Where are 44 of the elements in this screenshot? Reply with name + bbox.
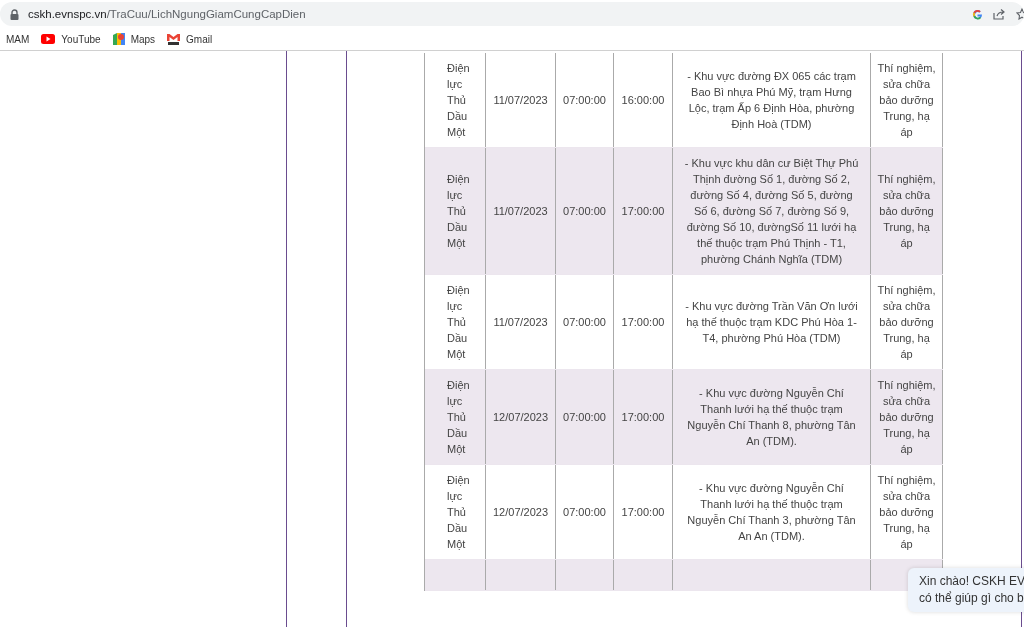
table-cell: 11/07/2023: [486, 53, 556, 147]
table-cell: Điện lực Thủ Dầu Một: [425, 275, 486, 369]
table-cell: 07:00:00: [556, 53, 614, 147]
map-pin-icon: [112, 33, 125, 45]
chat-text: có thể giúp gì cho b: [919, 590, 1024, 607]
play-icon: [41, 34, 56, 44]
table-cell: 17:00:00: [614, 370, 673, 464]
table-cell: Điện lực Thủ Dầu Một: [425, 148, 486, 274]
table-cell: Điện lực Thủ Dầu Một: [425, 465, 486, 559]
table-cell: 12/07/2023: [486, 370, 556, 464]
table-cell: 17:00:00: [614, 465, 673, 559]
google-icon[interactable]: [972, 8, 983, 20]
table-cell: Thí nghiệm, sửa chữa bảo dưỡng Trung, hạ áp: [871, 148, 943, 274]
table-cell: Thí nghiệm, sửa chữa bảo dưỡng Trung, hạ áp: [871, 275, 943, 369]
bookmark[interactable]: Gmail: [167, 33, 213, 45]
table-cell: 07:00:00: [556, 370, 614, 464]
bookmark[interactable]: MAM: [6, 33, 30, 45]
table-cell: 07:00:00: [556, 275, 614, 369]
share-icon[interactable]: [993, 8, 1006, 20]
table-cell: - Khu vực khu dân cư Biệt Thự Phú Thịnh đường Số 1, đường Số 2, đường Số 4, đường Số 5, đường Số 6, đường Số 7, đường Số 9, đường Số 10, đườngSố 11 lưới hạ thế thuộc trạm Phú Thịnh - T1, phường Chánh Nghĩa (TDM): [673, 148, 871, 274]
table-cell: 12/07/2023: [486, 465, 556, 559]
table-cell: 16:00:00: [614, 53, 673, 147]
table-cell: Điện lực Thủ Dầu Một: [425, 370, 486, 464]
table-cell: - Khu vực đường Trần Văn Ơn lưới hạ thế thuộc trạm KDC Phú Hòa 1-T4, phường Phú Hòa (TDM): [673, 275, 871, 369]
table-cell: 07:00:00: [556, 465, 614, 559]
url-text: cskh.evnspc.vn/TraCuu/LichNgungGiamCungCapDien: [28, 8, 306, 20]
table-cell: - Khu vực đường ĐX 065 các trạm Bao Bì nhựa Phú Mỹ, trạm Hưng Lộc, trạm Ấp 6 Định Hòa, phường Định Hoà (TDM): [673, 53, 871, 147]
table-cell: Thí nghiệm, sửa chữa bảo dưỡng Trung, hạ áp: [871, 53, 943, 147]
address-bar[interactable]: cskh.evnspc.vn/TraCuu/LichNgungGiamCungCapDien: [0, 2, 1024, 26]
table-cell: Thí nghiệm, sửa chữa bảo dưỡng Trung, hạ áp: [871, 370, 943, 464]
bookmark[interactable]: Maps: [112, 33, 156, 45]
table-cell: 17:00:00: [614, 148, 673, 274]
table-cell: 11/07/2023: [486, 148, 556, 274]
table-cell: 07:00:00: [556, 148, 614, 274]
bookmark[interactable]: YouTube: [41, 33, 101, 45]
table-cell: Thí nghiệm, sửa chữa bảo dưỡng Trung, hạ áp: [871, 465, 943, 559]
lock-icon: [10, 8, 19, 20]
table-cell: 11/07/2023: [486, 275, 556, 369]
mail-icon: [167, 33, 181, 45]
star-icon[interactable]: [1016, 8, 1024, 20]
table-cell: Điện lực Thủ Dầu Một: [425, 53, 486, 147]
table-cell: - Khu vực đường Nguyễn Chí Thanh lưới hạ thế thuộc trạm Nguyễn Chí Thanh 8, phường Tân An (TDM).: [673, 370, 871, 464]
table-cell: 17:00:00: [614, 275, 673, 369]
table-cell: - Khu vực đường Nguyễn Chí Thanh lưới hạ thế thuộc trạm Nguyễn Chí Thanh 3, phường Tân An An (TDM).: [673, 465, 871, 559]
